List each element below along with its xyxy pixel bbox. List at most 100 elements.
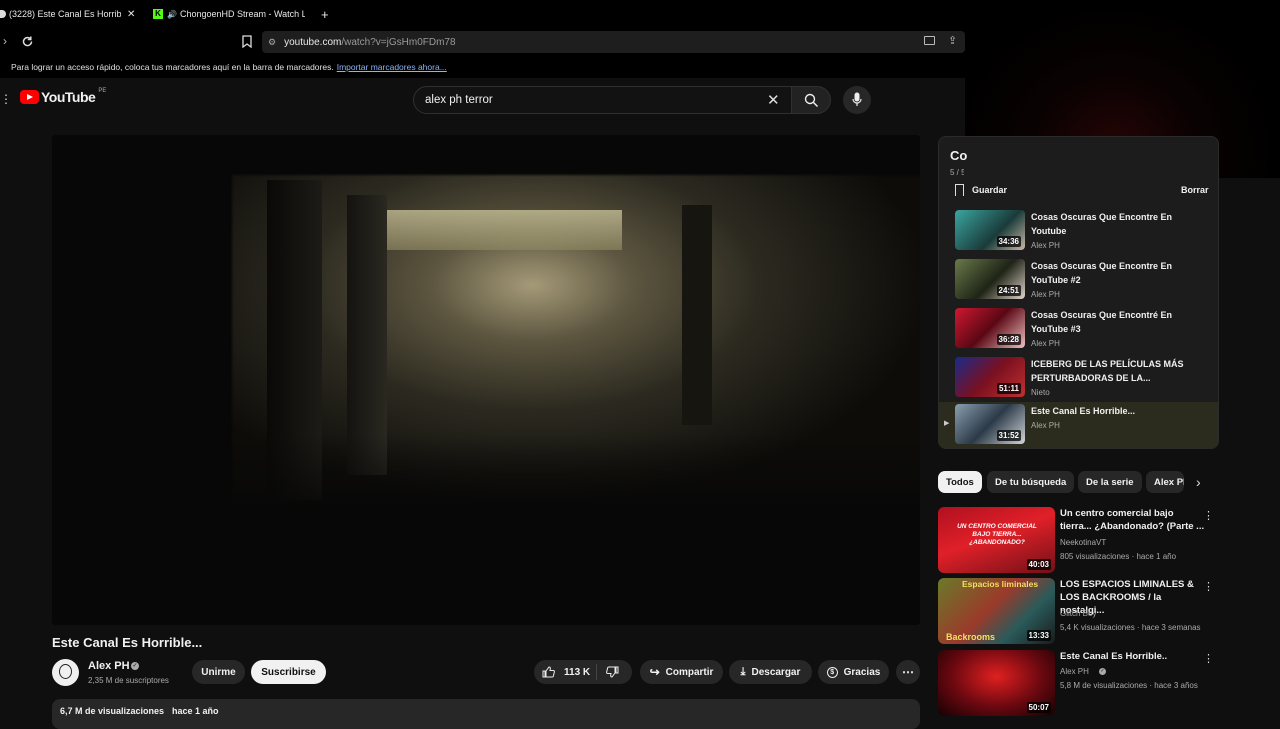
share-icon[interactable]: ⇪	[948, 34, 957, 47]
bookmark-save-icon[interactable]	[955, 184, 964, 196]
duration-badge: 31:52	[996, 430, 1021, 441]
thumbnail-text: UN CENTRO COMERCIAL BAJO TIERRA... ¿ABAN…	[957, 523, 1037, 546]
playlist-item-channel: Alex PH	[1031, 339, 1060, 348]
close-icon[interactable]: ✕	[127, 9, 135, 20]
microphone-icon	[852, 92, 862, 106]
chip-all[interactable]: Todos	[938, 471, 982, 493]
chip-channel[interactable]: Alex PH	[1146, 471, 1184, 493]
thumbs-down-icon[interactable]	[606, 666, 619, 678]
speaker-icon: 🔊	[167, 9, 177, 19]
youtube-play-icon	[20, 90, 39, 104]
import-bookmarks-link[interactable]: Importar marcadores ahora...	[337, 62, 447, 72]
video-thumbnail: 36:28	[955, 308, 1025, 348]
playlist-item[interactable]: 51:11 ICEBERG DE LAS PELÍCULAS MÁS PERTU…	[939, 355, 1218, 403]
playlist-item-channel: Alex PH	[1031, 421, 1060, 430]
like-count: 113 K	[564, 666, 591, 678]
thumbnail-text: Backrooms	[946, 632, 996, 642]
video-thumbnail: 31:52	[955, 404, 1025, 444]
recommended-video-title: Este Canal Es Horrible..	[1060, 651, 1168, 662]
video-thumbnail: 24:51	[955, 259, 1025, 299]
video-frame-floor-shadow	[52, 435, 920, 625]
recommended-video[interactable]: 50:07 Este Canal Es Horrible.. Alex PH ✓…	[938, 650, 1218, 716]
chip-from-search[interactable]: De tu búsqueda	[987, 471, 1075, 493]
video-thumbnail: 34:36	[955, 210, 1025, 250]
playlist-panel: Co 5 / 5 Guardar Borrar 34:36 Cosas Oscu…	[938, 136, 1219, 449]
thanks-icon: $	[826, 666, 838, 678]
tab-favicon-icon	[0, 10, 6, 18]
tab-inactive[interactable]: K 🔊 ChongoenHD Stream - Watch Li..	[153, 5, 308, 23]
divider	[596, 664, 597, 680]
like-button[interactable]: 113 K	[534, 666, 596, 678]
share-label: Compartir	[665, 666, 714, 678]
playlist-item-title: Cosas Oscuras Que Encontre En YouTube #2	[1031, 261, 1173, 285]
download-button[interactable]: ⤓ Descargar	[729, 660, 812, 684]
menu-icon[interactable]: ⋮	[0, 92, 12, 106]
video-frame-pillar	[682, 205, 712, 425]
tab-active[interactable]: (3228) Este Canal Es Horrible.. ✕	[0, 5, 140, 23]
video-frame-pillar	[347, 195, 387, 475]
share-button[interactable]: ↪ Compartir	[640, 660, 723, 684]
duration-badge: 24:51	[996, 285, 1021, 296]
playlist-item[interactable]: 34:36 Cosas Oscuras Que Encontre En Yout…	[939, 208, 1218, 256]
more-options-icon[interactable]: ⋮	[1203, 580, 1214, 593]
playlist-item-current[interactable]: ▶ 31:52 Este Canal Es Horrible... Alex P…	[939, 402, 1218, 448]
recommended-video[interactable]: UN CENTRO COMERCIAL BAJO TIERRA... ¿ABAN…	[938, 507, 1218, 573]
playlist-item[interactable]: 24:51 Cosas Oscuras Que Encontre En YouT…	[939, 257, 1218, 305]
video-thumbnail: Espacios liminales Backrooms 13:33	[938, 578, 1055, 644]
search-value: alex ph terror	[425, 94, 493, 106]
download-label: Descargar	[751, 666, 801, 678]
bookmark-icon[interactable]	[242, 35, 252, 48]
duration-badge: 50:07	[1026, 702, 1051, 713]
chevron-right-icon[interactable]: ›	[1196, 474, 1201, 490]
recommended-video-meta: 805 visualizaciones · hace 1 año	[1060, 552, 1177, 561]
video-title: Este Canal Es Horrible...	[52, 635, 203, 650]
site-settings-icon[interactable]: ⚙	[268, 37, 276, 48]
tab-title: ChongoenHD Stream - Watch Li..	[179, 9, 305, 19]
thanks-label: Gracias	[843, 666, 881, 678]
duration-badge: 36:28	[996, 334, 1021, 345]
cast-icon[interactable]	[924, 36, 935, 45]
subscriber-count: 2,35 M de suscriptores	[88, 676, 169, 685]
url-bar[interactable]: ⚙ youtube.com/watch?v=jGsHm0FDm78 ⇪	[262, 31, 965, 53]
channel-avatar[interactable]	[52, 659, 79, 686]
thumbnail-text: Espacios liminales	[962, 579, 1039, 589]
browser-tab-bar: (3228) Este Canal Es Horrible.. ✕ K 🔊 Ch…	[0, 0, 965, 28]
clear-playlist-button[interactable]: Borrar	[1181, 185, 1209, 195]
channel-name[interactable]: Alex PH	[88, 660, 130, 672]
voice-search-button[interactable]	[843, 86, 871, 114]
playlist-item-channel: Alex PH	[1031, 290, 1060, 299]
like-dislike-group: 113 K	[534, 660, 632, 684]
playlist-item-title: ICEBERG DE LAS PELÍCULAS MÁS PERTURBADOR…	[1031, 359, 1184, 383]
forward-icon[interactable]: ›	[3, 34, 7, 48]
logo-text: YouTube	[41, 89, 96, 105]
playlist-item[interactable]: 36:28 Cosas Oscuras Que Encontré En YouT…	[939, 306, 1218, 354]
video-player[interactable]	[52, 135, 920, 625]
duration-badge: 40:03	[1026, 559, 1051, 570]
join-button[interactable]: Unirme	[192, 660, 245, 684]
save-playlist-button[interactable]: Guardar	[972, 185, 1007, 195]
search-input[interactable]: alex ph terror ✕	[413, 86, 792, 114]
search-button[interactable]	[791, 86, 831, 114]
now-playing-icon: ▶	[944, 420, 950, 427]
reload-icon[interactable]	[21, 35, 34, 48]
video-thumbnail: UN CENTRO COMERCIAL BAJO TIERRA... ¿ABAN…	[938, 507, 1055, 573]
chip-from-series[interactable]: De la serie	[1078, 471, 1142, 493]
recommended-video[interactable]: Espacios liminales Backrooms 13:33 LOS E…	[938, 578, 1218, 644]
description-box[interactable]: 6,7 M de visualizaciones hace 1 año	[52, 699, 920, 729]
playlist-item-title: Cosas Oscuras Que Encontre En Youtube	[1031, 212, 1173, 236]
thanks-button[interactable]: $ Gracias	[818, 660, 889, 684]
bookmarks-hint: Para lograr un acceso rápido, coloca tus…	[11, 62, 334, 72]
recommended-video-meta: 5,8 M de visualizaciones · hace 3 años	[1060, 681, 1198, 690]
subscribe-button[interactable]: Suscribirse	[251, 660, 326, 684]
youtube-logo[interactable]: YouTube PE	[20, 88, 107, 105]
bookmarks-bar: Para lograr un acceso rápido, coloca tus…	[0, 56, 965, 78]
more-options-icon[interactable]: ⋮	[1203, 652, 1214, 665]
new-tab-plus-icon[interactable]: +	[321, 5, 329, 23]
country-code: PE	[98, 88, 107, 94]
duration-badge: 34:36	[996, 236, 1021, 247]
playlist-title[interactable]: Co	[950, 148, 967, 163]
more-options-icon[interactable]: ⋮	[1203, 509, 1214, 522]
clear-search-icon[interactable]: ✕	[767, 91, 780, 109]
more-actions-button[interactable]: ⋯	[896, 660, 920, 684]
url-path: /watch?v=jGsHm0FDm78	[341, 36, 456, 48]
